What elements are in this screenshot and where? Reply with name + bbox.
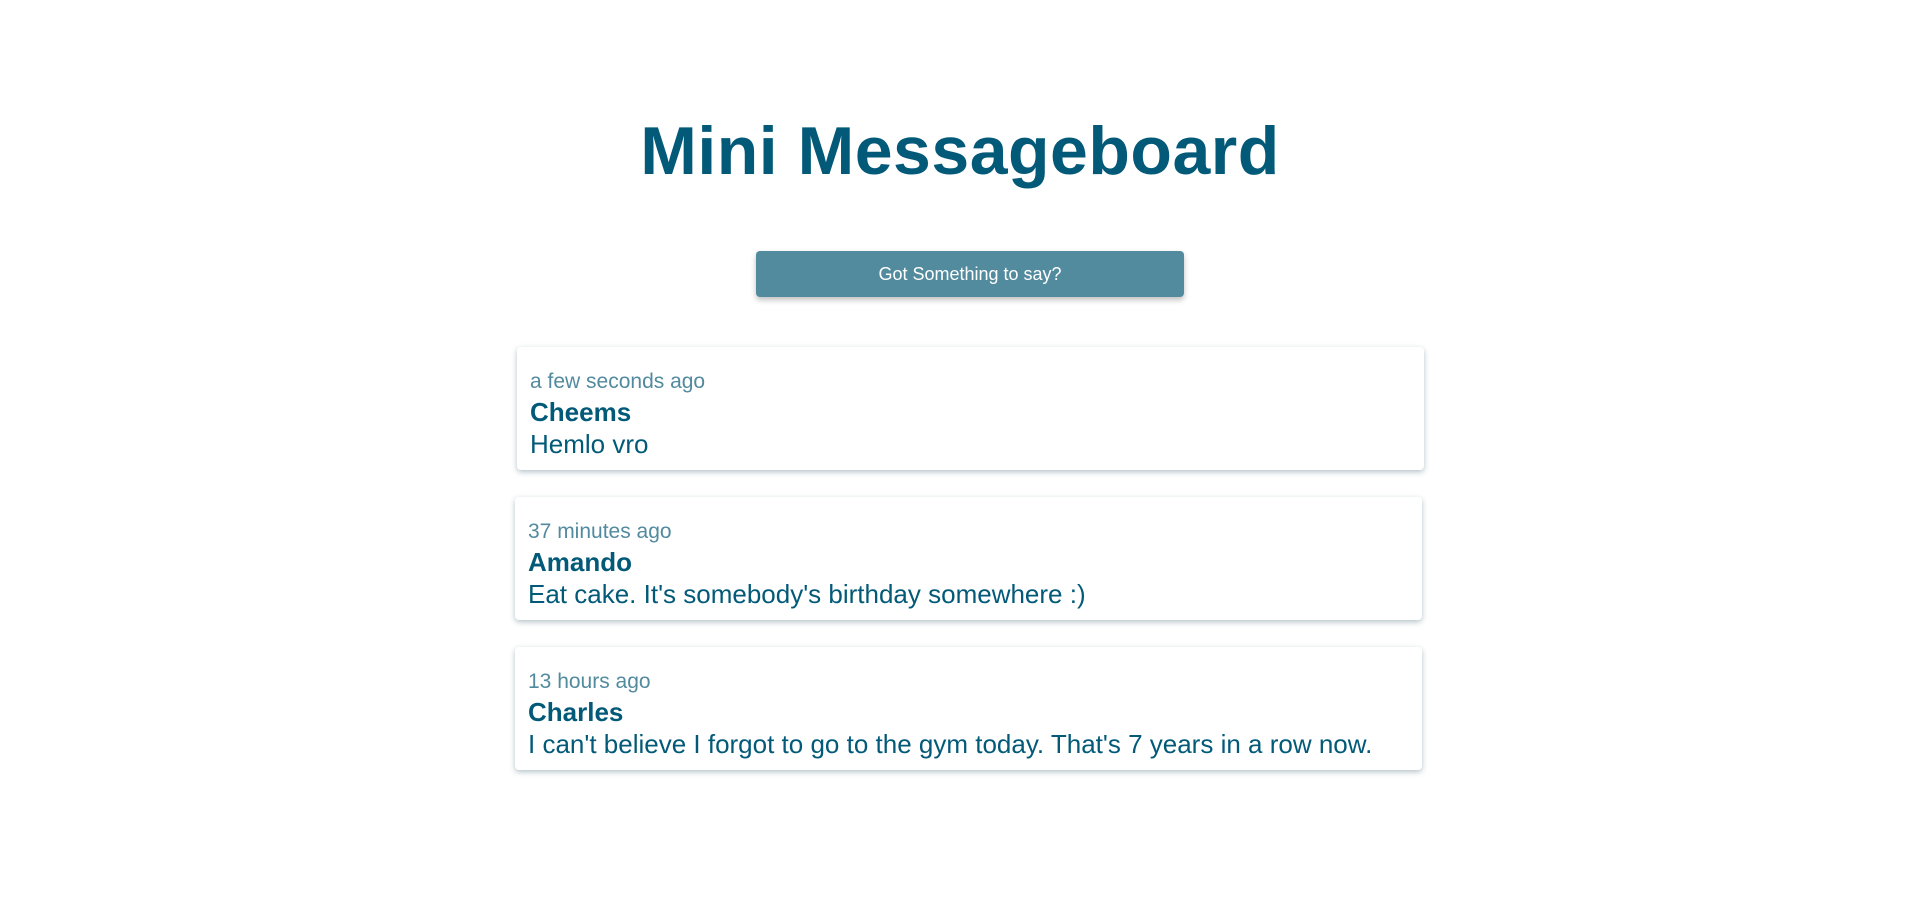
message-timestamp: 37 minutes ago [528,520,672,543]
messageboard-page: Mini Messageboard Got Something to say? … [0,0,1920,913]
message-card: 37 minutes ago Amando Eat cake. It's som… [515,497,1422,620]
message-author: Charles [528,697,624,727]
message-card: 13 hours ago Charles I can't believe I f… [515,647,1422,770]
message-author: Cheems [530,397,632,427]
message-timestamp: 13 hours ago [528,670,651,693]
page-title: Mini Messageboard [640,113,1280,189]
message-timestamp: a few seconds ago [530,370,706,393]
message-text: Eat cake. It's somebody's birthday somew… [528,579,1086,609]
message-card: a few seconds ago Cheems Hemlo vro [517,347,1424,470]
message-author: Amando [528,547,632,577]
compose-message-button[interactable]: Got Something to say? [756,251,1184,297]
message-text: I can't believe I forgot to go to the gy… [528,729,1373,759]
message-text: Hemlo vro [530,429,649,459]
